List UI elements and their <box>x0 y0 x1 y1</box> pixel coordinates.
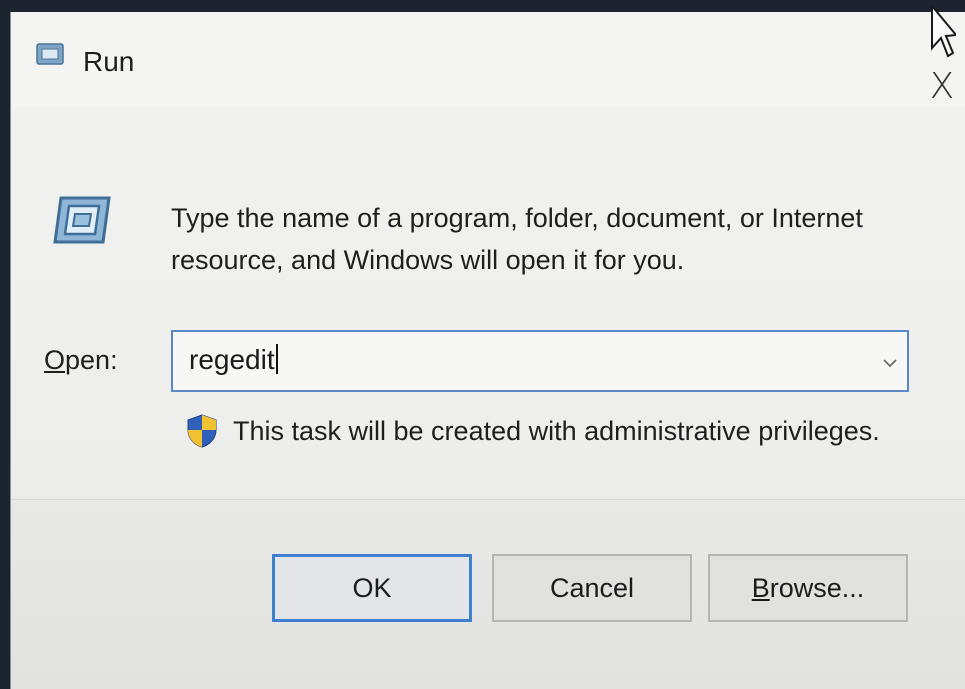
browse-button-label: rowse... <box>769 573 865 603</box>
uac-shield-icon <box>187 414 217 448</box>
admin-privileges-note: This task will be created with administr… <box>233 416 880 446</box>
cancel-button-label: Cancel <box>549 573 635 603</box>
browse-button[interactable]: Browse... <box>708 554 908 622</box>
open-label: Open: <box>44 345 118 376</box>
description-text: Type the name of a program, folder, docu… <box>171 203 863 275</box>
close-button[interactable]: X <box>921 66 963 108</box>
ok-button[interactable]: OK <box>272 554 472 622</box>
run-icon <box>53 196 111 244</box>
mouse-cursor-icon <box>931 3 956 58</box>
ok-button-label: OK <box>352 573 392 603</box>
run-icon <box>36 43 64 65</box>
browse-button-accesskey: B <box>751 573 770 603</box>
chevron-down-icon[interactable] <box>881 356 899 370</box>
open-label-accesskey: O <box>44 345 66 375</box>
close-icon: X <box>929 66 955 107</box>
open-combobox[interactable]: regedit <box>171 330 909 392</box>
open-input[interactable]: regedit <box>189 344 278 376</box>
open-label-rest: pen: <box>65 345 118 375</box>
cancel-button[interactable]: Cancel <box>492 554 692 622</box>
window-title: Run <box>83 46 135 77</box>
title-bar: Run X <box>11 12 965 107</box>
